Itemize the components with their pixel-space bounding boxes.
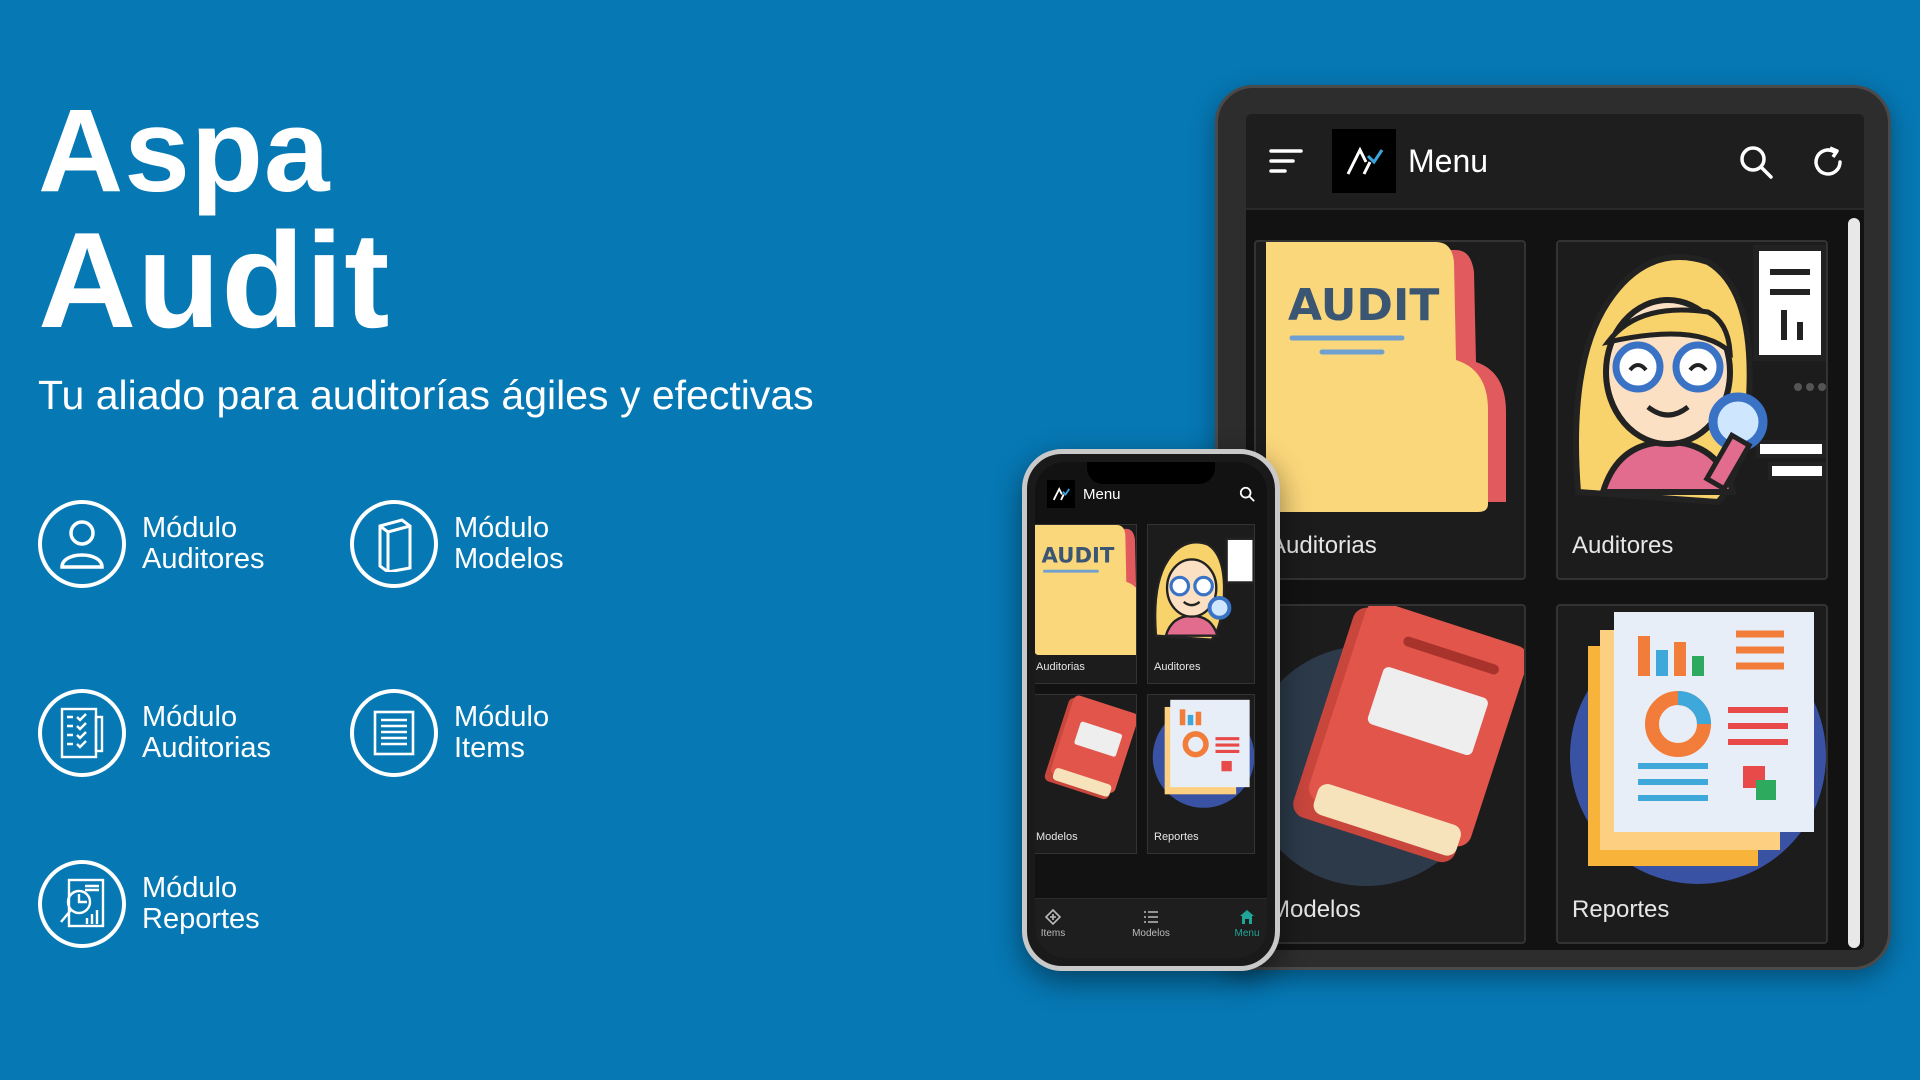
menu-card-auditores[interactable]: Auditores xyxy=(1147,524,1255,684)
bottom-nav: Items Modelos Menu xyxy=(1035,898,1267,958)
module-label-line1: Módulo xyxy=(142,512,238,544)
home-icon xyxy=(1240,910,1254,924)
menu-card-label: Auditorias xyxy=(1036,661,1085,673)
menu-card-label: Auditorias xyxy=(1270,532,1377,559)
menu-card-label: Reportes xyxy=(1154,831,1199,843)
audit-folder-icon: AUDIT xyxy=(1035,525,1136,655)
menu-card-label: Reportes xyxy=(1572,896,1670,923)
report-chart-icon xyxy=(1570,612,1826,884)
menu-card-label: Modelos xyxy=(1270,896,1361,923)
module-label-line2: Auditorias xyxy=(142,732,271,764)
menu-card-label: Auditores xyxy=(1572,532,1674,559)
auditor-avatar-icon xyxy=(1573,245,1826,506)
menu-card-auditorias[interactable]: AUDIT Auditorias xyxy=(1035,524,1137,684)
app-logo xyxy=(1047,480,1075,508)
red-book-icon xyxy=(1044,695,1136,800)
list-icon xyxy=(1144,911,1158,923)
tablet-device: Menu AUDIT Auditorias Auditores Modelos … xyxy=(1215,85,1891,970)
phone-device: Menu AUDIT Auditorias Auditores Modelos … xyxy=(1022,449,1280,971)
header-title: Menu xyxy=(1408,142,1489,179)
tab-items[interactable]: Items xyxy=(1035,909,1083,939)
module-label-line1: Módulo xyxy=(454,512,550,544)
search-icon[interactable] xyxy=(1738,144,1774,180)
module-auditorias: Módulo Auditorias xyxy=(38,689,271,777)
phone-screen: Menu AUDIT Auditorias Auditores Modelos … xyxy=(1035,462,1267,958)
module-label-line1: Módulo xyxy=(142,701,238,733)
checklist-icon xyxy=(38,689,126,777)
tagline: Tu aliado para auditorías ágiles y efect… xyxy=(38,372,814,418)
audit-graphic-text: AUDIT xyxy=(1042,543,1115,568)
module-label-line2: Modelos xyxy=(454,543,564,575)
menu-card-auditores[interactable]: Auditores xyxy=(1556,240,1828,580)
app-header: Menu xyxy=(1246,114,1864,210)
header-title: Menu xyxy=(1083,485,1121,503)
menu-card-label: Modelos xyxy=(1036,831,1078,843)
menu-card-reportes[interactable]: Reportes xyxy=(1556,604,1828,944)
list-document-icon xyxy=(350,689,438,777)
items-icon xyxy=(1045,909,1061,925)
menu-card-reportes[interactable]: Reportes xyxy=(1147,694,1255,854)
module-label-line2: Items xyxy=(454,732,525,764)
audit-folder-icon: AUDIT xyxy=(1266,242,1506,512)
module-label-line2: Reportes xyxy=(142,903,260,935)
tab-menu[interactable]: Menu xyxy=(1217,909,1267,939)
tablet-screen: Menu AUDIT Auditorias Auditores Modelos … xyxy=(1246,114,1864,950)
module-reportes: Módulo Reportes xyxy=(38,860,260,948)
app-header: Menu xyxy=(1035,474,1267,514)
module-label-line1: Módulo xyxy=(454,701,550,733)
menu-card-label: Auditores xyxy=(1154,661,1201,673)
report-chart-icon xyxy=(1152,699,1254,808)
report-analysis-icon xyxy=(38,860,126,948)
hamburger-menu-icon[interactable] xyxy=(1268,147,1304,175)
app-title-line1: Aspa xyxy=(38,85,331,217)
app-logo xyxy=(1332,129,1396,193)
tab-modelos[interactable]: Modelos xyxy=(1121,909,1181,939)
module-items: Módulo Items xyxy=(350,689,549,777)
menu-card-auditorias[interactable]: AUDIT Auditorias xyxy=(1254,240,1526,580)
app-title-line2: Audit xyxy=(38,204,391,356)
module-auditores: Módulo Auditores xyxy=(38,500,265,588)
tab-label: Menu xyxy=(1234,928,1260,939)
tab-label: Modelos xyxy=(1132,928,1170,939)
scrollbar[interactable] xyxy=(1848,218,1860,948)
red-book-icon xyxy=(1256,606,1524,886)
auditor-avatar-icon xyxy=(1153,537,1254,641)
module-label-line1: Módulo xyxy=(142,872,238,904)
menu-card-modelos[interactable]: Modelos xyxy=(1254,604,1526,944)
tab-label: Items xyxy=(1040,928,1066,939)
book-icon xyxy=(350,500,438,588)
module-label-line2: Auditores xyxy=(142,543,265,575)
audit-graphic-text: AUDIT xyxy=(1288,280,1439,331)
user-icon xyxy=(38,500,126,588)
menu-card-modelos[interactable]: Modelos xyxy=(1035,694,1137,854)
module-modelos: Módulo Modelos xyxy=(350,500,564,588)
refresh-icon[interactable] xyxy=(1810,144,1846,180)
search-icon[interactable] xyxy=(1239,486,1255,502)
